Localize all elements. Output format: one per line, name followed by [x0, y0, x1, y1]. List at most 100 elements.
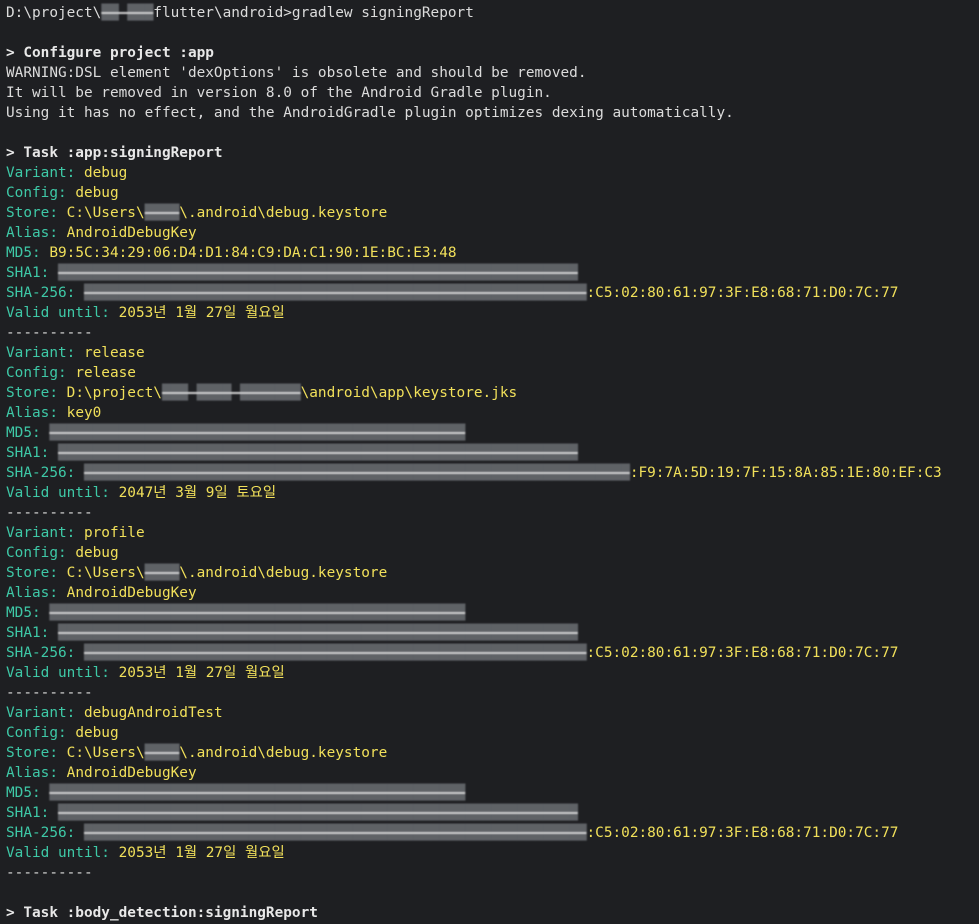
field-value: :F9:7A:5D:19:7F:15:8A:85:1E:80:EF:C3	[629, 465, 942, 481]
output-text: flutter\android>gradlew signingReport	[153, 5, 474, 21]
field-value: debugAndroidTest	[83, 705, 223, 721]
task-header: > Configure project :app	[6, 45, 214, 61]
field-value: \.android\debug.keystore	[179, 565, 388, 581]
terminal-line: SHA1: ██████████████████████████████████…	[6, 443, 979, 463]
field-key: Store:	[6, 565, 67, 581]
field-value: C:\Users\	[66, 565, 145, 581]
terminal-line: Valid until: 2053년 1월 27일 월요일	[6, 663, 979, 683]
redacted-text: ████████████████████████████████████████…	[83, 825, 587, 841]
field-key: Alias:	[6, 225, 67, 241]
field-value: debug	[75, 725, 119, 741]
redacted-text: ████████████████████████████████████████…	[49, 785, 466, 801]
field-key: Store:	[6, 385, 67, 401]
field-value: 2053년 1월 27일 월요일	[118, 845, 285, 861]
field-key: Config:	[6, 725, 76, 741]
field-key: Alias:	[6, 765, 67, 781]
terminal-line: Valid until: 2047년 3월 9일 토요일	[6, 483, 979, 503]
terminal-output[interactable]: D:\project\██ ███flutter\android>gradlew…	[0, 0, 979, 924]
terminal-line: Store: C:\Users\████\.android\debug.keys…	[6, 563, 979, 583]
task-header: > Task :body_detection:signingReport	[6, 905, 318, 921]
terminal-line: Using it has no effect, and the AndroidG…	[6, 103, 979, 123]
field-key: SHA-256:	[6, 465, 84, 481]
field-value: B9:5C:34:29:06:D4:D1:84:C9:DA:C1:90:1E:B…	[49, 245, 457, 261]
terminal-line: Alias: key0	[6, 403, 979, 423]
field-key: Variant:	[6, 345, 84, 361]
terminal-line: MD5: B9:5C:34:29:06:D4:D1:84:C9:DA:C1:90…	[6, 243, 979, 263]
field-key: Variant:	[6, 525, 84, 541]
terminal-line: Variant: debug	[6, 163, 979, 183]
terminal-line: ----------	[6, 323, 979, 343]
field-value: C:\Users\	[66, 745, 145, 761]
field-key: Config:	[6, 545, 76, 561]
field-key: Valid until:	[6, 845, 119, 861]
terminal-line: Variant: debugAndroidTest	[6, 703, 979, 723]
field-key: Variant:	[6, 705, 84, 721]
terminal-line: Store: D:\project\███ ████ ███████\andro…	[6, 383, 979, 403]
redacted-text: ██ ███	[101, 5, 154, 21]
field-key: SHA1:	[6, 625, 58, 641]
terminal-line: Store: C:\Users\████\.android\debug.keys…	[6, 203, 979, 223]
field-value: 2053년 1월 27일 월요일	[118, 665, 285, 681]
redacted-text: ████████████████████████████████████████…	[57, 625, 578, 641]
terminal-line: WARNING:DSL element 'dexOptions' is obso…	[6, 63, 979, 83]
terminal-line: Config: debug	[6, 543, 979, 563]
field-key: MD5:	[6, 425, 50, 441]
field-key: Alias:	[6, 585, 67, 601]
output-text: ----------	[6, 325, 93, 341]
terminal-line: ----------	[6, 863, 979, 883]
terminal-line: Variant: release	[6, 343, 979, 363]
output-text: It will be removed in version 8.0 of the…	[6, 85, 552, 101]
terminal-line: > Task :app:signingReport	[6, 143, 979, 163]
field-key: MD5:	[6, 785, 50, 801]
field-key: SHA1:	[6, 265, 58, 281]
redacted-text: ████████████████████████████████████████…	[57, 445, 578, 461]
redacted-text: ████	[144, 565, 180, 581]
field-value: AndroidDebugKey	[66, 765, 197, 781]
output-text: WARNING:DSL element 'dexOptions' is obso…	[6, 65, 587, 81]
redacted-text: ████████████████████████████████████████…	[49, 605, 466, 621]
field-value: AndroidDebugKey	[66, 225, 197, 241]
field-value: :C5:02:80:61:97:3F:E8:68:71:D0:7C:77	[586, 825, 899, 841]
field-value: \.android\debug.keystore	[179, 745, 388, 761]
terminal-line: SHA1: ██████████████████████████████████…	[6, 263, 979, 283]
terminal-line: D:\project\██ ███flutter\android>gradlew…	[6, 3, 979, 23]
redacted-text: ████████████████████████████████████████…	[57, 805, 578, 821]
field-value: \.android\debug.keystore	[179, 205, 388, 221]
terminal-line: Valid until: 2053년 1월 27일 월요일	[6, 303, 979, 323]
output-text: ----------	[6, 505, 93, 521]
task-header: > Task :app:signingReport	[6, 145, 223, 161]
terminal-line: MD5: ███████████████████████████████████…	[6, 423, 979, 443]
redacted-text: ███ ████ ███████	[161, 385, 301, 401]
field-value: :C5:02:80:61:97:3F:E8:68:71:D0:7C:77	[586, 285, 899, 301]
terminal-line: Config: release	[6, 363, 979, 383]
field-key: MD5:	[6, 245, 50, 261]
terminal-line: SHA-256: ███████████████████████████████…	[6, 823, 979, 843]
field-key: Store:	[6, 205, 67, 221]
field-key: SHA1:	[6, 445, 58, 461]
redacted-text: ████	[144, 745, 180, 761]
terminal-line: > Configure project :app	[6, 43, 979, 63]
field-key: Valid until:	[6, 485, 119, 501]
field-key: SHA-256:	[6, 285, 84, 301]
terminal-line: SHA1: ██████████████████████████████████…	[6, 623, 979, 643]
redacted-text: ████	[144, 205, 180, 221]
terminal-line: ----------	[6, 503, 979, 523]
output-text: ----------	[6, 865, 93, 881]
field-key: SHA1:	[6, 805, 58, 821]
terminal-line: Valid until: 2053년 1월 27일 월요일	[6, 843, 979, 863]
redacted-text: ████████████████████████████████████████…	[49, 425, 466, 441]
field-value: debug	[75, 545, 119, 561]
terminal-line: MD5: ███████████████████████████████████…	[6, 603, 979, 623]
terminal-line: Alias: AndroidDebugKey	[6, 583, 979, 603]
field-key: Valid until:	[6, 665, 119, 681]
field-value: debug	[83, 165, 128, 181]
field-key: Config:	[6, 185, 76, 201]
field-key: Alias:	[6, 405, 67, 421]
field-key: Store:	[6, 745, 67, 761]
redacted-text: ████████████████████████████████████████…	[83, 465, 630, 481]
field-key: SHA-256:	[6, 645, 84, 661]
terminal-line: MD5: ███████████████████████████████████…	[6, 783, 979, 803]
output-text: ----------	[6, 685, 93, 701]
